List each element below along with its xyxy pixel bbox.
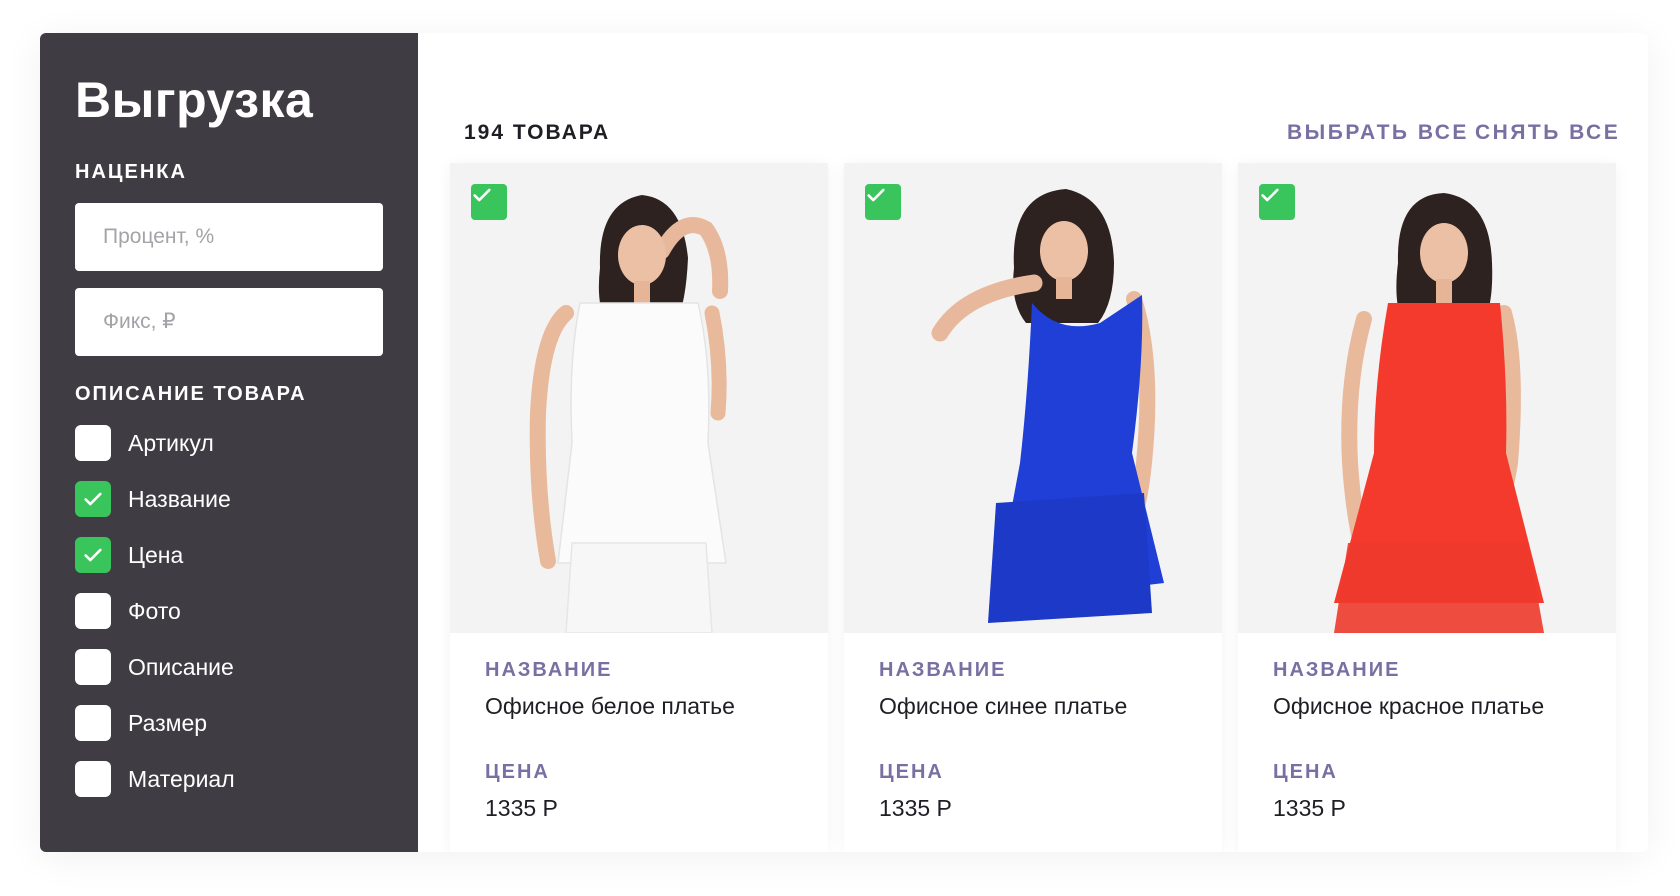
product-card[interactable]: НАЗВАНИЕ Офисное красное платье ЦЕНА 133… bbox=[1238, 163, 1616, 852]
check-icon bbox=[473, 188, 491, 202]
markup-fixed-input[interactable] bbox=[75, 288, 383, 356]
product-name-label: НАЗВАНИЕ bbox=[879, 659, 1007, 681]
option-material[interactable]: Материал bbox=[75, 761, 235, 797]
product-selected-checkbox[interactable] bbox=[1259, 184, 1295, 220]
product-name: Офисное красное платье bbox=[1273, 693, 1545, 719]
checkbox[interactable] bbox=[75, 761, 111, 797]
option-label: Материал bbox=[128, 765, 235, 792]
option-photo[interactable]: Фото bbox=[75, 593, 181, 629]
product-photo bbox=[844, 163, 1222, 633]
option-label: Название bbox=[128, 485, 231, 512]
markup-section-label: НАЦЕНКА bbox=[75, 161, 187, 183]
checkbox-checked[interactable] bbox=[75, 481, 111, 517]
product-photo bbox=[450, 163, 828, 633]
product-price-label: ЦЕНА bbox=[879, 761, 944, 783]
model-illustration bbox=[844, 163, 1222, 633]
option-description[interactable]: Описание bbox=[75, 649, 234, 685]
option-label: Фото bbox=[128, 597, 181, 624]
checkbox[interactable] bbox=[75, 425, 111, 461]
deselect-all-link[interactable]: СНЯТЬ ВСЕ bbox=[1475, 121, 1620, 145]
checkbox[interactable] bbox=[75, 649, 111, 685]
checkbox[interactable] bbox=[75, 705, 111, 741]
option-label: Размер bbox=[128, 709, 208, 736]
product-price: 1335 Р bbox=[1273, 795, 1346, 821]
product-name-label: НАЗВАНИЕ bbox=[1273, 659, 1401, 681]
product-name: Офисное белое платье bbox=[485, 693, 735, 719]
model-illustration bbox=[450, 163, 828, 633]
option-label: Артикул bbox=[128, 429, 214, 456]
product-price: 1335 Р bbox=[485, 795, 558, 821]
product-photo bbox=[1238, 163, 1616, 633]
product-count: 194 ТОВАРА bbox=[464, 121, 611, 144]
product-price: 1335 Р bbox=[879, 795, 952, 821]
sidebar-title: Выгрузка bbox=[75, 72, 314, 128]
product-price-label: ЦЕНА bbox=[1273, 761, 1338, 783]
checkbox[interactable] bbox=[75, 593, 111, 629]
option-label: Описание bbox=[128, 653, 234, 680]
check-icon bbox=[867, 188, 885, 202]
product-card[interactable]: НАЗВАНИЕ Офисное белое платье ЦЕНА 1335 … bbox=[450, 163, 828, 852]
option-price[interactable]: Цена bbox=[75, 537, 183, 573]
product-selected-checkbox[interactable] bbox=[471, 184, 507, 220]
product-price-label: ЦЕНА bbox=[485, 761, 550, 783]
option-name[interactable]: Название bbox=[75, 481, 231, 517]
check-icon bbox=[84, 548, 102, 562]
markup-percent-input[interactable] bbox=[75, 203, 383, 271]
option-size[interactable]: Размер bbox=[75, 705, 207, 741]
select-all-link[interactable]: ВЫБРАТЬ ВСЕ bbox=[1287, 121, 1469, 145]
checkbox-checked[interactable] bbox=[75, 537, 111, 573]
check-icon bbox=[84, 492, 102, 506]
product-name-label: НАЗВАНИЕ bbox=[485, 659, 613, 681]
model-illustration bbox=[1238, 163, 1616, 633]
option-label: Цена bbox=[128, 541, 184, 568]
export-panel: Выгрузка НАЦЕНКА ОПИСАНИЕ ТОВАРА Артикул… bbox=[40, 33, 1648, 852]
sidebar: Выгрузка НАЦЕНКА ОПИСАНИЕ ТОВАРА Артикул… bbox=[40, 33, 418, 852]
product-card[interactable]: НАЗВАНИЕ Офисное синее платье ЦЕНА 1335 … bbox=[844, 163, 1222, 852]
description-section-label: ОПИСАНИЕ ТОВАРА bbox=[75, 383, 307, 405]
product-name: Офисное синее платье bbox=[879, 693, 1128, 719]
check-icon bbox=[1261, 188, 1279, 202]
product-selected-checkbox[interactable] bbox=[865, 184, 901, 220]
option-article[interactable]: Артикул bbox=[75, 425, 214, 461]
